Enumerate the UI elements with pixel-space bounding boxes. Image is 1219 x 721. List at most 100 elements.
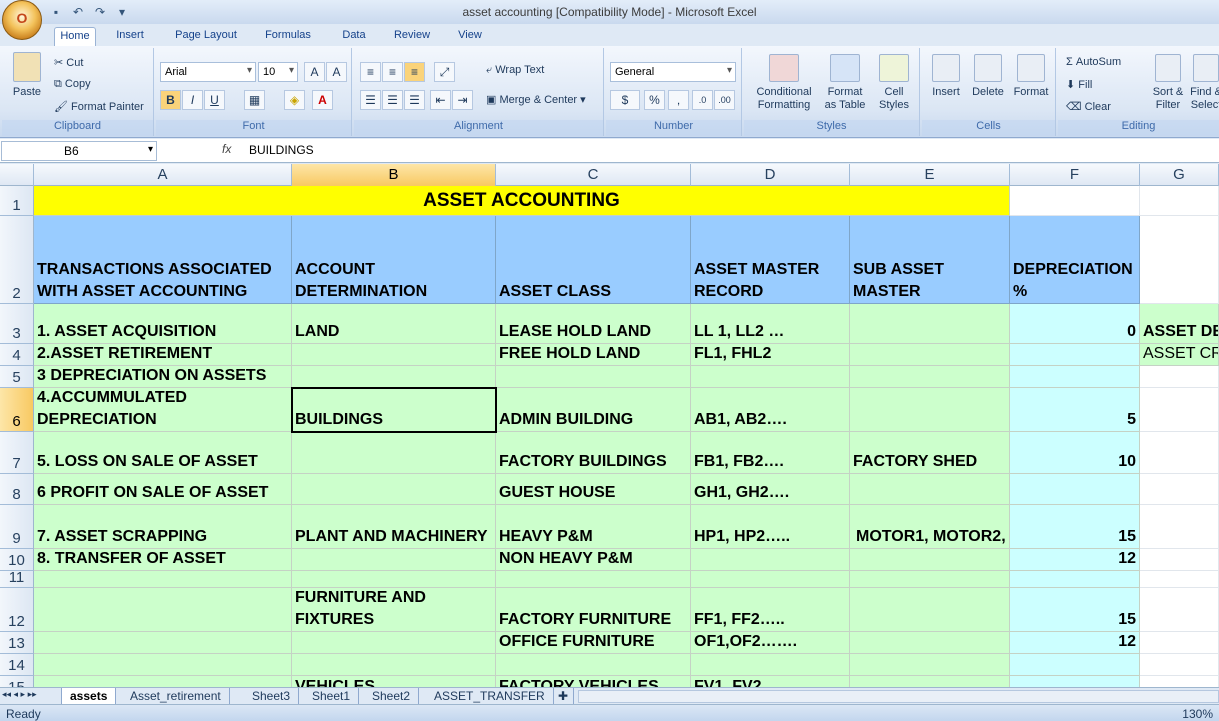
tab-data[interactable]: Data xyxy=(334,27,374,46)
cell[interactable] xyxy=(1140,388,1219,432)
cell[interactable] xyxy=(34,676,292,687)
cell[interactable] xyxy=(1010,676,1140,687)
cell[interactable] xyxy=(1140,654,1219,676)
cell[interactable]: ASSET CR xyxy=(1140,344,1219,366)
cell[interactable] xyxy=(292,474,496,505)
row-header[interactable]: 6 xyxy=(0,388,34,432)
cell[interactable]: FF1, FF2….. xyxy=(691,588,850,632)
sheet-tab-asset-retirement[interactable]: Asset_retirement xyxy=(122,688,230,704)
sheet-tab-sheet2[interactable]: Sheet2 xyxy=(364,688,420,704)
cell[interactable] xyxy=(1140,676,1219,687)
cell[interactable] xyxy=(850,588,1010,632)
align-middle-icon[interactable]: ≡ xyxy=(382,62,403,82)
column-header[interactable]: C xyxy=(496,164,691,186)
font-name-combo[interactable]: Arial xyxy=(160,62,256,82)
cell[interactable] xyxy=(292,366,496,388)
row-header[interactable]: 13 xyxy=(0,632,34,654)
row-header[interactable]: 15 xyxy=(0,676,34,687)
row-header[interactable]: 4 xyxy=(0,344,34,366)
cell[interactable]: FACTORY VEHICLES xyxy=(496,676,691,687)
cell[interactable]: 10 xyxy=(1010,432,1140,474)
cell[interactable]: FACTORY SHED xyxy=(850,432,1010,474)
cell[interactable]: HP1, HP2….. xyxy=(691,505,850,549)
currency-icon[interactable]: $ xyxy=(610,90,640,110)
row-header[interactable]: 2 xyxy=(0,216,34,304)
conditional-formatting-button[interactable]: Conditional Formatting xyxy=(748,54,820,112)
cut-button[interactable]: ✂ Cut xyxy=(54,56,83,69)
wrap-text-button[interactable]: ⤶ Wrap Text xyxy=(486,64,544,77)
cell[interactable]: 12 xyxy=(1010,549,1140,571)
percent-icon[interactable]: % xyxy=(644,90,665,110)
cell[interactable] xyxy=(850,474,1010,505)
row-header[interactable]: 1 xyxy=(0,186,34,216)
fill-button[interactable]: ⬇ Fill xyxy=(1066,78,1092,91)
insert-cells-button[interactable]: Insert xyxy=(926,54,966,99)
autosum-button[interactable]: Σ AutoSum xyxy=(1066,56,1121,68)
align-left-icon[interactable]: ☰ xyxy=(360,90,381,110)
column-header[interactable]: B xyxy=(292,164,496,186)
column-header[interactable]: F xyxy=(1010,164,1140,186)
cell[interactable] xyxy=(34,571,292,588)
cell[interactable]: 1. ASSET ACQUISITION xyxy=(34,304,292,344)
cell[interactable]: OFFICE FURNITURE xyxy=(496,632,691,654)
cell[interactable] xyxy=(850,366,1010,388)
cell[interactable] xyxy=(850,676,1010,687)
cell[interactable]: 5 xyxy=(1010,388,1140,432)
decrease-decimal-icon[interactable]: .00 xyxy=(714,90,735,110)
column-header[interactable]: D xyxy=(691,164,850,186)
cell[interactable] xyxy=(691,549,850,571)
insert-function-icon[interactable]: fx xyxy=(222,142,231,156)
cell-styles-button[interactable]: Cell Styles xyxy=(872,54,916,112)
tab-insert[interactable]: Insert xyxy=(110,27,150,46)
cell[interactable]: 0 xyxy=(1010,304,1140,344)
cell[interactable]: ADMIN BUILDING xyxy=(496,388,691,432)
cell[interactable]: FV1, FV2 xyxy=(691,676,850,687)
sheet-nav-arrows-icon[interactable]: ◂◂ ◂ ▸ ▸▸ xyxy=(0,688,62,704)
sheet-tab-asset-transfer[interactable]: ASSET_TRANSFER xyxy=(426,688,554,704)
cell[interactable] xyxy=(292,344,496,366)
cell[interactable]: LEASE HOLD LAND xyxy=(496,304,691,344)
comma-icon[interactable]: , xyxy=(668,90,689,110)
cell[interactable] xyxy=(34,654,292,676)
cell[interactable]: ASSET DE xyxy=(1140,304,1219,344)
cell[interactable] xyxy=(850,654,1010,676)
header-cell[interactable]: TRANSACTIONS ASSOCIATED WITH ASSET ACCOU… xyxy=(34,216,292,304)
cell[interactable]: 7. ASSET SCRAPPING xyxy=(34,505,292,549)
fill-color-icon[interactable]: ◈ xyxy=(284,90,305,110)
cell[interactable] xyxy=(1140,505,1219,549)
horizontal-scrollbar[interactable] xyxy=(578,690,1219,703)
cell[interactable]: 3 DEPRECIATION ON ASSETS xyxy=(34,366,292,388)
cell[interactable] xyxy=(1140,474,1219,505)
cell[interactable] xyxy=(292,549,496,571)
cell[interactable]: FURNITURE AND FIXTURES xyxy=(292,588,496,632)
cell[interactable]: 8. TRANSFER OF ASSET xyxy=(34,549,292,571)
cell[interactable]: OF1,OF2……. xyxy=(691,632,850,654)
row-header[interactable]: 11 xyxy=(0,569,34,588)
cell[interactable] xyxy=(1140,366,1219,388)
cell[interactable]: HEAVY P&M xyxy=(496,505,691,549)
align-bottom-icon[interactable]: ≡ xyxy=(404,62,425,82)
cell[interactable]: NON HEAVY P&M xyxy=(496,549,691,571)
cell[interactable] xyxy=(1140,432,1219,474)
shrink-font-icon[interactable]: A xyxy=(326,62,347,82)
cell[interactable] xyxy=(850,549,1010,571)
column-header[interactable]: E xyxy=(850,164,1010,186)
font-size-combo[interactable]: 10 xyxy=(258,62,298,82)
decrease-indent-icon[interactable]: ⇤ xyxy=(430,90,451,110)
row-header[interactable]: 9 xyxy=(0,505,34,549)
cell[interactable] xyxy=(1140,186,1219,216)
cell[interactable]: 2.ASSET RETIREMENT xyxy=(34,344,292,366)
increase-indent-icon[interactable]: ⇥ xyxy=(452,90,473,110)
underline-icon[interactable]: U xyxy=(204,90,225,110)
cell[interactable]: FACTORY BUILDINGS xyxy=(496,432,691,474)
cell[interactable] xyxy=(292,632,496,654)
cell[interactable] xyxy=(691,571,850,588)
find-select-button[interactable]: Find & Select xyxy=(1188,54,1219,112)
column-header[interactable]: A xyxy=(34,164,292,186)
zoom-level[interactable]: 130% xyxy=(1182,707,1213,721)
cell[interactable]: 5. LOSS ON SALE OF ASSET xyxy=(34,432,292,474)
number-format-combo[interactable]: General xyxy=(610,62,736,82)
cell[interactable] xyxy=(1140,588,1219,632)
cell[interactable] xyxy=(496,571,691,588)
cell[interactable] xyxy=(1010,654,1140,676)
